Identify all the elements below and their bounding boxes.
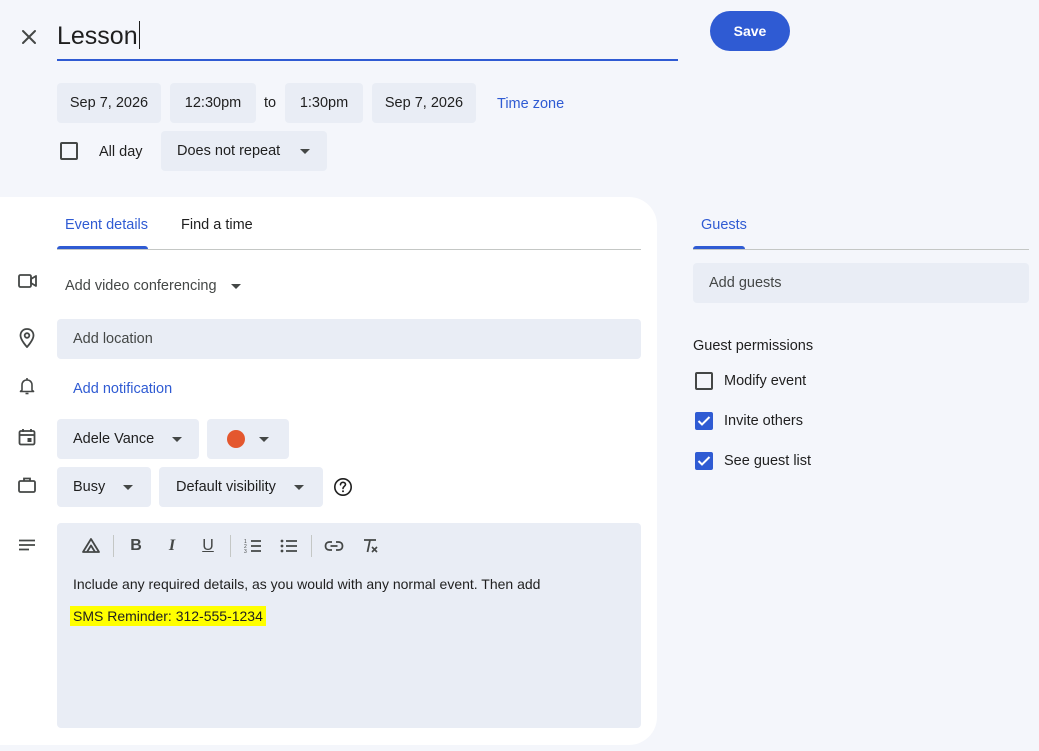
- to-label: to: [264, 95, 277, 111]
- underline-icon[interactable]: U: [194, 532, 222, 560]
- chevron-down-icon: [300, 148, 311, 154]
- location-input[interactable]: Add location: [57, 319, 641, 359]
- check-icon: [697, 416, 711, 426]
- description-toolbar: B I U 123: [77, 532, 384, 560]
- add-notification-link[interactable]: Add notification: [73, 381, 172, 397]
- svg-text:3: 3: [244, 549, 247, 554]
- guests-divider: [693, 249, 1029, 250]
- video-conferencing-label: Add video conferencing: [65, 278, 217, 294]
- clear-formatting-icon[interactable]: [356, 532, 384, 560]
- guest-permissions-title: Guest permissions: [693, 338, 814, 354]
- all-day-checkbox[interactable]: [60, 142, 78, 160]
- close-icon: [22, 30, 36, 44]
- title-input: Lesson: [57, 22, 138, 50]
- repeat-value: Does not repeat: [177, 143, 281, 159]
- video-conferencing-dropdown[interactable]: Add video conferencing: [65, 278, 241, 294]
- modify-event-checkbox[interactable]: [695, 372, 713, 390]
- see-guest-list-label: See guest list: [724, 453, 812, 469]
- end-time-button[interactable]: 1:30pm: [285, 83, 363, 123]
- time-zone-link[interactable]: Time zone: [497, 96, 564, 112]
- modify-event-label: Modify event: [724, 373, 807, 389]
- invite-others-label: Invite others: [724, 413, 803, 429]
- chevron-down-icon: [230, 283, 241, 289]
- calendar-owner-value: Adele Vance: [73, 431, 155, 447]
- description-icon: [19, 539, 35, 551]
- highlighted-sms-reminder: SMS Reminder: 312-555-1234: [70, 606, 266, 626]
- all-day-label: All day: [99, 144, 143, 160]
- calendar-icon: [18, 429, 36, 446]
- briefcase-icon: [18, 477, 36, 493]
- toolbar-separator: [311, 535, 312, 557]
- check-icon: [697, 456, 711, 466]
- italic-icon[interactable]: I: [158, 532, 186, 560]
- chevron-down-icon: [259, 436, 269, 442]
- save-button[interactable]: Save: [710, 11, 790, 51]
- tab-event-details[interactable]: Event details: [65, 217, 148, 233]
- invite-others-checkbox[interactable]: [695, 412, 713, 430]
- visibility-value: Default visibility: [176, 479, 276, 495]
- see-guest-list-checkbox[interactable]: [695, 452, 713, 470]
- toolbar-separator: [113, 535, 114, 557]
- help-icon[interactable]: [333, 477, 353, 497]
- drive-icon[interactable]: [77, 532, 105, 560]
- availability-value: Busy: [73, 479, 106, 495]
- chevron-down-icon: [123, 484, 134, 490]
- tabs-divider: [57, 249, 641, 250]
- toolbar-separator: [230, 535, 231, 557]
- visibility-dropdown[interactable]: Default visibility: [159, 467, 323, 507]
- description-text: Include any required details, as you wou…: [73, 576, 541, 592]
- chevron-down-icon: [293, 484, 304, 490]
- bulleted-list-icon[interactable]: [275, 532, 303, 560]
- color-swatch: [227, 430, 245, 448]
- start-time-button[interactable]: 12:30pm: [170, 83, 256, 123]
- link-icon[interactable]: [320, 532, 348, 560]
- numbered-list-icon[interactable]: 123: [239, 532, 267, 560]
- text-caret: [138, 21, 140, 49]
- chevron-down-icon: [172, 436, 183, 442]
- video-icon: [18, 274, 37, 288]
- availability-dropdown[interactable]: Busy: [57, 467, 151, 507]
- tab-guests[interactable]: Guests: [701, 217, 747, 233]
- end-date-button[interactable]: Sep 7, 2026: [372, 83, 476, 123]
- add-guests-input[interactable]: Add guests: [693, 263, 1029, 303]
- bell-icon: [19, 378, 35, 395]
- bold-icon[interactable]: B: [122, 532, 150, 560]
- close-button[interactable]: [14, 22, 44, 52]
- calendar-owner-dropdown[interactable]: Adele Vance: [57, 419, 199, 459]
- start-date-button[interactable]: Sep 7, 2026: [57, 83, 161, 123]
- tab-find-a-time[interactable]: Find a time: [181, 217, 253, 233]
- repeat-dropdown[interactable]: Does not repeat: [161, 131, 327, 171]
- location-pin-icon: [19, 328, 35, 348]
- title-field[interactable]: Lesson: [57, 12, 678, 61]
- description-highlight-line: SMS Reminder: 312-555-1234: [70, 606, 266, 626]
- event-color-dropdown[interactable]: [207, 419, 289, 459]
